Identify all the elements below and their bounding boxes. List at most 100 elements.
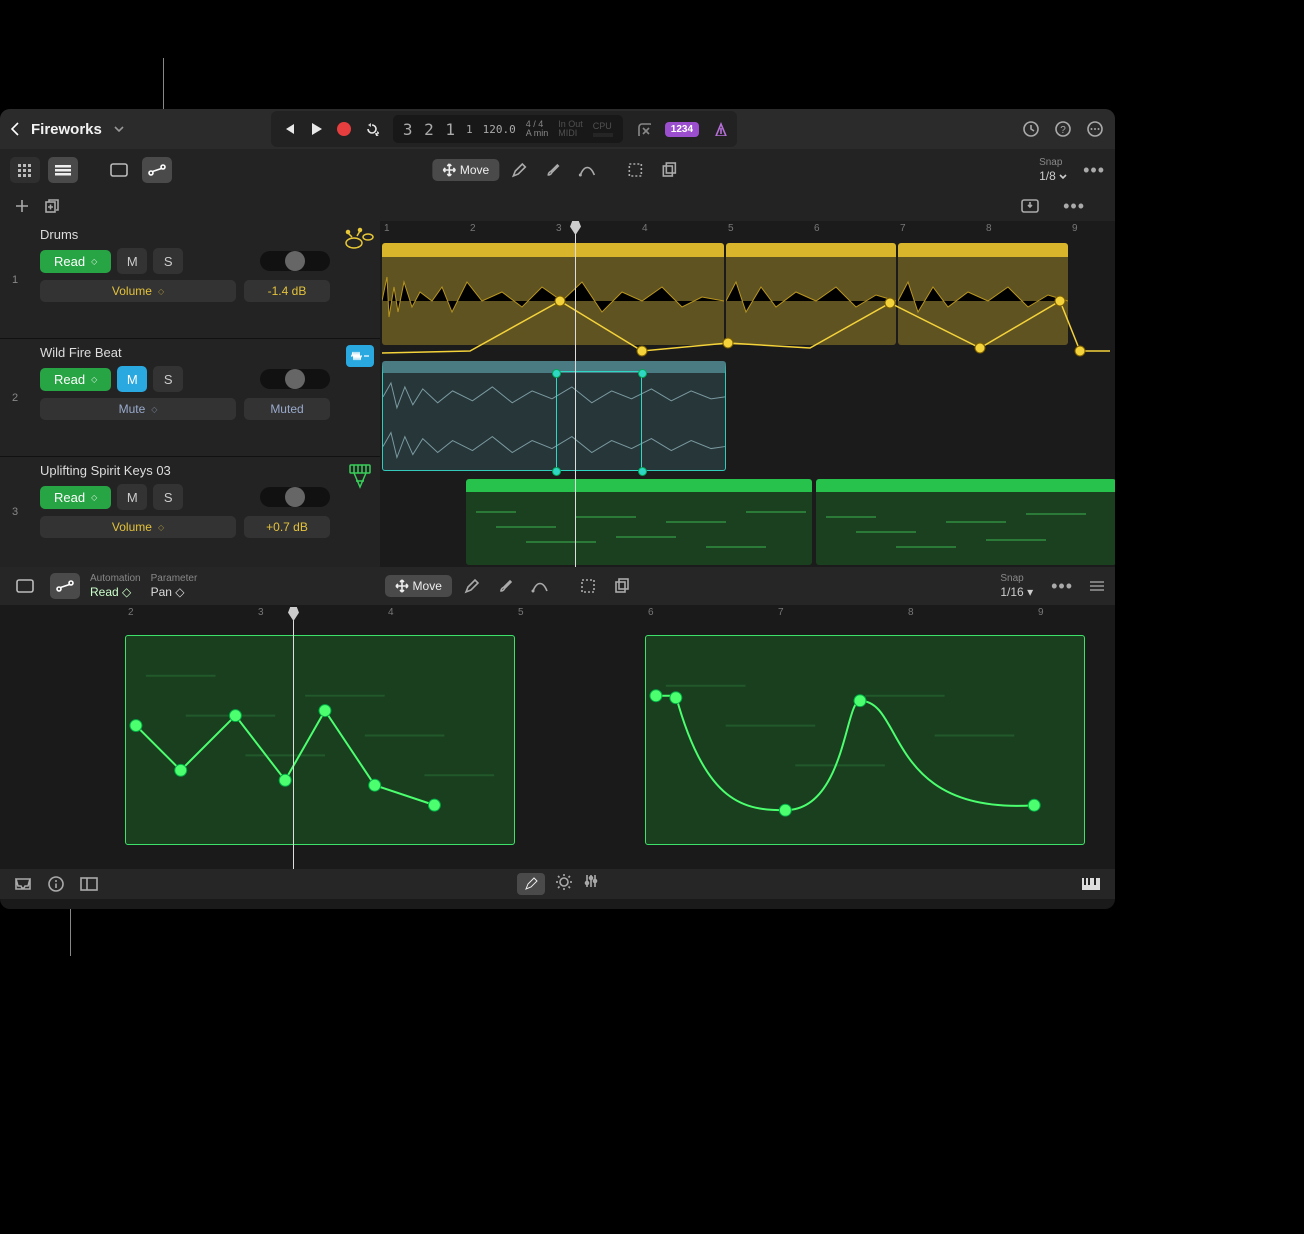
copy-tool-icon[interactable]	[655, 157, 683, 183]
snap-selector[interactable]: Snap 1/8	[1039, 157, 1067, 183]
lcd-display[interactable]: 3 2 1 1 120.0 4 / 4 A min In Out MIDI CP…	[393, 115, 623, 143]
track-index: 1	[0, 221, 30, 338]
project-title[interactable]: Fireworks	[31, 121, 102, 138]
playhead[interactable]	[575, 229, 576, 567]
piano-icon[interactable]	[1081, 877, 1101, 891]
automation-point[interactable]	[638, 467, 647, 476]
automation-mode-button[interactable]: Read◇	[40, 486, 111, 509]
top-right-controls: ?	[1021, 119, 1105, 139]
curve-tool-icon[interactable]	[573, 157, 601, 183]
import-button[interactable]	[1021, 199, 1039, 213]
editor-parameter-selector[interactable]: Parameter Pan ◇	[151, 573, 198, 599]
metronome-button[interactable]	[713, 122, 727, 136]
param-selector[interactable]: Volume◇	[40, 280, 236, 302]
automation-point[interactable]	[638, 369, 647, 378]
info-icon[interactable]	[48, 876, 64, 892]
count-in-badge[interactable]: 1234	[665, 122, 699, 137]
editor-region-view-button[interactable]	[10, 573, 40, 599]
param-selector[interactable]: Volume◇	[40, 516, 236, 538]
solo-button[interactable]: S	[153, 366, 183, 392]
param-selector[interactable]: Mute◇	[40, 398, 236, 420]
automation-point[interactable]	[552, 467, 561, 476]
view-grid-button[interactable]	[10, 157, 40, 183]
automation-mode-button[interactable]: Read◇	[40, 368, 111, 391]
track-instrument-icon	[340, 339, 380, 456]
editor-move-tool-button[interactable]: Move	[385, 575, 452, 597]
mute-button[interactable]: M	[117, 248, 147, 274]
region-keys-1[interactable]: Uplifting Spirit Keys 03	[466, 479, 812, 565]
timeline-ruler[interactable]: 1 2 3 4 5 6 7 8 9	[380, 221, 1115, 243]
mute-button[interactable]: M	[117, 366, 147, 392]
duplicate-track-button[interactable]	[44, 198, 60, 214]
move-tool-button[interactable]: Move	[432, 159, 499, 181]
mute-button[interactable]: M	[117, 484, 147, 510]
panels-icon[interactable]	[80, 877, 98, 891]
editor-snap-selector[interactable]: Snap 1/16 ▾	[1000, 573, 1033, 599]
timeline[interactable]: 1 2 3 4 5 6 7 8 9 Inst 1 Inst 1 Inst	[380, 221, 1115, 567]
go-to-start-button[interactable]	[281, 122, 295, 136]
title-bar: Fireworks 3 2 1 1 120.0 4 / 4 A min In O…	[0, 109, 1115, 149]
param-value[interactable]: Muted	[244, 398, 330, 420]
pencil-tool-icon[interactable]	[505, 157, 533, 183]
region-keys-2[interactable]: Uplifting Spirit Keys 03	[816, 479, 1115, 565]
automation-mode-button[interactable]: Read◇	[40, 250, 111, 273]
track-row[interactable]: 3 Uplifting Spirit Keys 03 Read◇ M S Vol…	[0, 457, 380, 567]
editor-automation-view-button[interactable]	[50, 573, 80, 599]
help-icon[interactable]: ?	[1053, 119, 1073, 139]
history-icon[interactable]	[1021, 119, 1041, 139]
add-track-button[interactable]	[14, 198, 30, 214]
transport-cluster: 3 2 1 1 120.0 4 / 4 A min In Out MIDI CP…	[271, 111, 737, 147]
play-button[interactable]	[309, 122, 323, 136]
record-button[interactable]	[337, 122, 351, 136]
volume-slider[interactable]	[260, 487, 330, 507]
pencil-mode-icon[interactable]	[517, 873, 545, 895]
editor-region-1[interactable]: Uplifting Spirit Keys 03	[125, 635, 515, 845]
automation-selection[interactable]	[556, 371, 642, 471]
editor-playhead[interactable]	[293, 615, 294, 869]
region-drums-1[interactable]: Inst 1	[382, 243, 724, 345]
region-drums-2[interactable]: Inst 1	[726, 243, 896, 345]
automation-editor[interactable]: 2 3 4 5 6 7 8 9 Uplifting Spirit Keys 03	[0, 605, 1115, 869]
view-region-button[interactable]	[104, 157, 134, 183]
edit-tools-cluster: Move	[432, 157, 683, 183]
editor-curve-tool-icon[interactable]	[526, 573, 554, 599]
sun-icon[interactable]	[555, 873, 573, 895]
param-value[interactable]: +0.7 dB	[244, 516, 330, 538]
param-value[interactable]: -1.4 dB	[244, 280, 330, 302]
tuner-button[interactable]	[637, 122, 651, 136]
editor-automation-mode[interactable]: Automation Read ◇	[90, 573, 141, 599]
more-icon[interactable]	[1085, 119, 1105, 139]
solo-button[interactable]: S	[153, 248, 183, 274]
tracks-pane: 1 Drums Read◇ M S Volume◇ -1.4 dB	[0, 221, 1115, 567]
view-toolbar: Move Snap 1/8 •••	[0, 149, 1115, 191]
track-index: 3	[0, 457, 30, 567]
view-tracks-button[interactable]	[48, 157, 78, 183]
editor-marquee-tool-icon[interactable]	[574, 573, 602, 599]
track-header-more-icon[interactable]: •••	[1063, 196, 1085, 217]
view-automation-button[interactable]	[142, 157, 172, 183]
track-row[interactable]: 2 Wild Fire Beat Read◇ M S Mute◇ Muted	[0, 339, 380, 457]
editor-brush-tool-icon[interactable]	[492, 573, 520, 599]
mixer-icon[interactable]	[583, 873, 599, 895]
volume-slider[interactable]	[260, 251, 330, 271]
volume-slider[interactable]	[260, 369, 330, 389]
marquee-tool-icon[interactable]	[621, 157, 649, 183]
editor-list-icon[interactable]	[1089, 580, 1105, 592]
cycle-button[interactable]	[365, 122, 379, 136]
inbox-icon[interactable]	[14, 877, 32, 891]
editor-region-2[interactable]: Uplifting Spirit Keys 03	[645, 635, 1085, 845]
editor-more-icon[interactable]: •••	[1051, 576, 1073, 597]
toolbar-more-icon[interactable]: •••	[1083, 160, 1105, 181]
editor-copy-tool-icon[interactable]	[608, 573, 636, 599]
editor-ruler[interactable]: 2 3 4 5 6 7 8 9	[0, 605, 1115, 623]
editor-pencil-tool-icon[interactable]	[458, 573, 486, 599]
region-drums-3[interactable]: Inst 1	[898, 243, 1068, 345]
track-name: Drums	[40, 227, 330, 242]
back-button[interactable]	[10, 121, 21, 137]
track-row[interactable]: 1 Drums Read◇ M S Volume◇ -1.4 dB	[0, 221, 380, 339]
solo-button[interactable]: S	[153, 484, 183, 510]
lcd-position: 3 2 1	[403, 120, 456, 139]
project-menu-chevron-icon[interactable]	[114, 126, 124, 132]
brush-tool-icon[interactable]	[539, 157, 567, 183]
automation-point[interactable]	[552, 369, 561, 378]
